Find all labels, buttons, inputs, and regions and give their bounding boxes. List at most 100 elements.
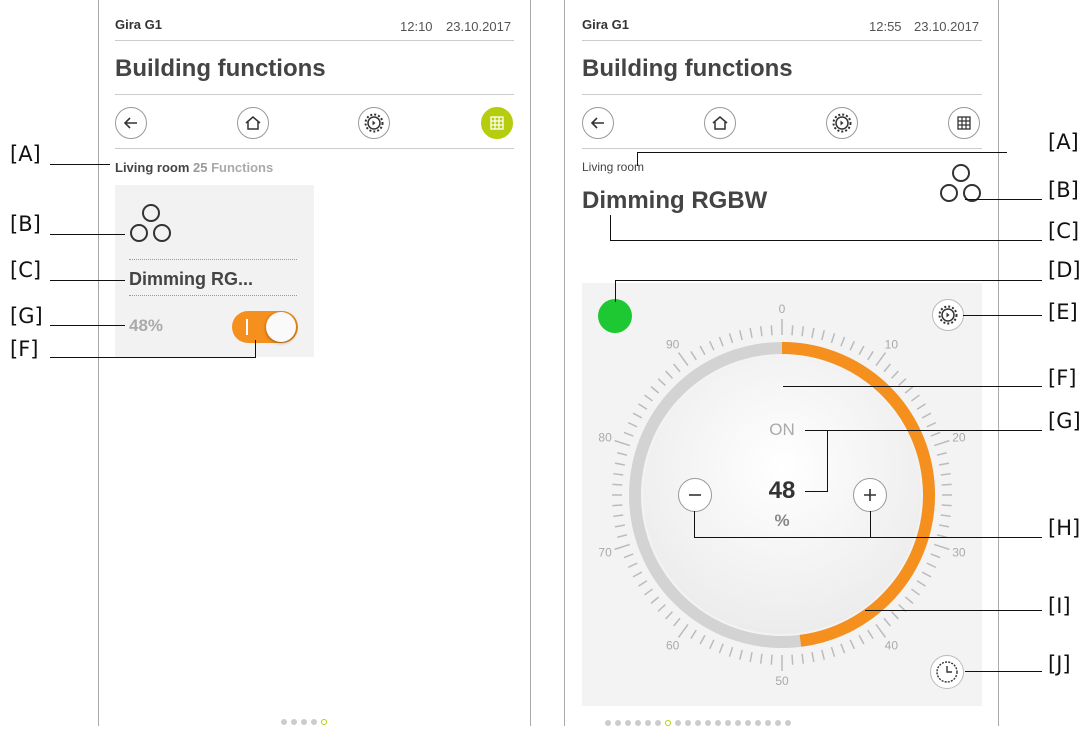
dial-tick: [811, 652, 815, 663]
page-dot[interactable]: [685, 720, 691, 726]
page-dot[interactable]: [745, 720, 751, 726]
dial-tick: [941, 504, 952, 507]
page-dot[interactable]: [755, 720, 761, 726]
callout-label: [J]: [1048, 652, 1071, 676]
dial-tick: [632, 571, 643, 578]
callout-line: [50, 325, 125, 326]
page-title: Building functions: [115, 55, 326, 82]
divider: [129, 259, 297, 260]
divider: [129, 295, 297, 296]
divider: [115, 40, 514, 41]
dial-tick: [699, 634, 706, 645]
page-dot[interactable]: [281, 719, 287, 725]
callout-line: [827, 430, 828, 492]
dial-tick: [759, 326, 763, 337]
dial-tick: [840, 643, 846, 654]
page-dot[interactable]: [785, 720, 791, 726]
page-dot[interactable]: [291, 719, 297, 725]
increase-button[interactable]: [853, 478, 887, 512]
callout-line: [637, 152, 638, 166]
callout-label: [F]: [10, 337, 39, 361]
gear-icon: [832, 113, 852, 133]
dial-tick: [770, 654, 773, 665]
toggle-knob[interactable]: [266, 312, 296, 342]
dimmer-value: 48: [768, 477, 796, 504]
page-dot[interactable]: [675, 720, 681, 726]
dial-tick: [840, 336, 846, 347]
page-dot[interactable]: [625, 720, 631, 726]
function-name: Dimming RGBW: [582, 187, 768, 214]
grid-view-button[interactable]: [481, 107, 513, 139]
dial-tick: [627, 562, 638, 569]
dial-scale-label: 60: [666, 638, 680, 652]
dial-tick: [791, 325, 794, 336]
callout-label: [A]: [1048, 130, 1079, 154]
dial-scale-label: 0: [779, 302, 786, 316]
clock-time: 12:10: [400, 19, 433, 34]
dial-tick: [718, 643, 724, 654]
page-dot[interactable]: [765, 720, 771, 726]
callout-label: [F]: [1048, 366, 1077, 390]
page-title: Building functions: [582, 55, 793, 82]
page-dot[interactable]: [705, 720, 711, 726]
back-button[interactable]: [115, 107, 147, 139]
callout-line: [694, 537, 1042, 538]
clock-date: 23.10.2017: [446, 19, 512, 34]
home-button[interactable]: [704, 107, 736, 139]
dial-tick: [791, 654, 794, 665]
page-dot[interactable]: [655, 720, 661, 726]
dial-tick: [883, 617, 891, 627]
dial-tick: [830, 646, 836, 657]
timer-button[interactable]: [930, 655, 964, 689]
dial-tick: [916, 580, 926, 587]
grid-view-button[interactable]: [948, 107, 980, 139]
home-button[interactable]: [237, 107, 269, 139]
back-button[interactable]: [582, 107, 614, 139]
dial-tick: [898, 378, 907, 387]
clock-icon: [936, 661, 958, 683]
device-name: Gira G1: [115, 17, 162, 32]
decrease-button[interactable]: [678, 478, 712, 512]
dial-tick: [875, 352, 887, 366]
dial-tick: [677, 352, 689, 366]
callout-line: [963, 315, 1042, 316]
function-count: 25: [193, 160, 208, 175]
page-dot[interactable]: [775, 720, 781, 726]
callout-line: [50, 280, 125, 281]
page-dot[interactable]: [605, 720, 611, 726]
tile-label: Dimming RG...: [129, 269, 254, 289]
dial-tick: [940, 472, 951, 476]
dial-tick: [904, 596, 914, 604]
tile-value: 48%: [129, 316, 164, 335]
dial-tick: [849, 639, 856, 650]
dial-tick: [890, 611, 899, 620]
divider: [115, 94, 514, 95]
callout-line: [865, 610, 1042, 611]
page-dot[interactable]: [301, 719, 307, 725]
dial-tick: [677, 624, 689, 638]
callout-line: [255, 340, 256, 358]
page-dot-active[interactable]: [321, 719, 327, 725]
function-count-label: Functions: [211, 160, 274, 175]
page-dot[interactable]: [635, 720, 641, 726]
dial-tick: [916, 403, 926, 410]
function-tile[interactable]: Dimming RG... 48%: [115, 185, 314, 357]
dial-tick: [665, 611, 674, 620]
dial-tick: [939, 462, 950, 466]
page-dot[interactable]: [311, 719, 317, 725]
dial-tick: [770, 325, 773, 336]
page-dot[interactable]: [645, 720, 651, 726]
page-dot[interactable]: [725, 720, 731, 726]
on-off-toggle[interactable]: [232, 311, 298, 343]
settings-button[interactable]: [826, 107, 858, 139]
settings-button[interactable]: [358, 107, 390, 139]
page-dot[interactable]: [615, 720, 621, 726]
back-arrow-icon: [590, 117, 604, 129]
dial-tick: [650, 596, 660, 604]
page-dot[interactable]: [735, 720, 741, 726]
page-dot[interactable]: [715, 720, 721, 726]
page-dot-active[interactable]: [665, 720, 671, 726]
page-dot[interactable]: [695, 720, 701, 726]
dial-tick: [883, 363, 891, 373]
dial-scale-label: 30: [952, 545, 966, 559]
